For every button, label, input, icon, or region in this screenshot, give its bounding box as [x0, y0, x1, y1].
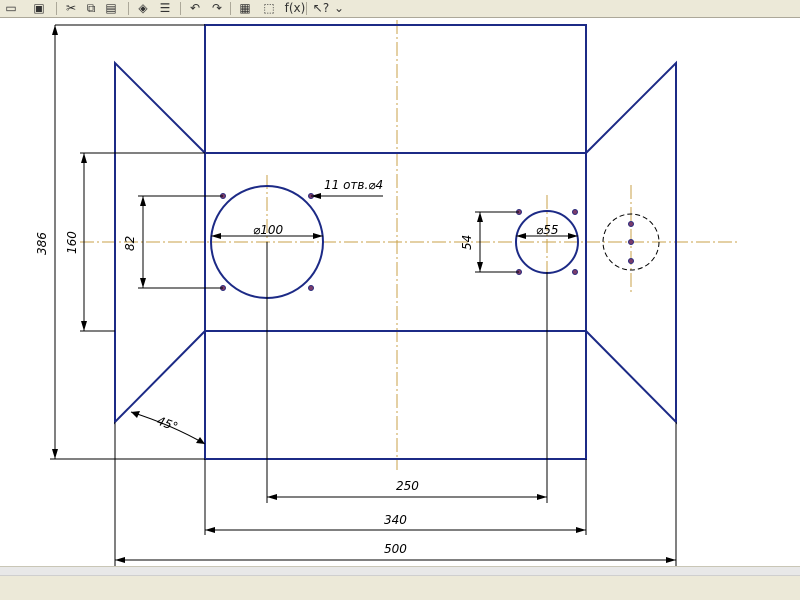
- dimension-arrows: [52, 25, 676, 563]
- dim-circle-large: ⌀100: [253, 223, 283, 237]
- tree-icon[interactable]: ▦: [236, 0, 254, 16]
- dim-width-middle: 340: [384, 513, 407, 527]
- dim-center-distance: 250: [396, 479, 419, 493]
- hole-marker: [628, 239, 634, 245]
- copy-icon[interactable]: ⧉: [82, 0, 100, 16]
- redo-icon[interactable]: ↷: [208, 0, 226, 16]
- centerlines: [80, 20, 740, 470]
- drawing-svg[interactable]: 386 160 82 54 ⌀100 ⌀55 11 отв.⌀4 45° 250…: [0, 18, 800, 566]
- dimension-lines: [50, 24, 677, 566]
- dim-angle: 45°: [155, 414, 180, 434]
- properties-icon[interactable]: ☰: [156, 0, 174, 16]
- open-folder-icon[interactable]: ▭: [2, 0, 20, 16]
- hole-marker: [308, 285, 314, 291]
- save-icon[interactable]: ▣: [30, 0, 48, 16]
- dim-height-total: 386: [35, 232, 49, 255]
- drawing-canvas[interactable]: 386 160 82 54 ⌀100 ⌀55 11 отв.⌀4 45° 250…: [0, 18, 800, 566]
- horizontal-scrollbar[interactable]: [0, 567, 800, 576]
- bottom-flap: [204, 330, 587, 460]
- libraries-icon[interactable]: ⬚: [260, 0, 278, 16]
- toolbar-separator: [180, 2, 181, 15]
- dim-hole-spacing-left: 82: [123, 236, 137, 251]
- toolbar-separator: [128, 2, 129, 15]
- toolbar-separator: [306, 2, 307, 15]
- format-brush-icon[interactable]: ◈: [134, 0, 152, 16]
- cut-icon[interactable]: ✂: [62, 0, 80, 16]
- hole-marker: [572, 269, 578, 275]
- hole-marker: [628, 221, 634, 227]
- function-label[interactable]: f(x): [284, 0, 306, 16]
- dim-holes-note: 11 отв.⌀4: [324, 178, 383, 192]
- toolbar-separator: [56, 2, 57, 15]
- toolbar-separator: [230, 2, 231, 15]
- status-bar: [0, 566, 800, 600]
- undo-icon[interactable]: ↶: [186, 0, 204, 16]
- dim-height-middle: 160: [65, 231, 79, 254]
- top-flap: [204, 24, 587, 154]
- toolbar-overflow-icon[interactable]: ⌄: [334, 0, 344, 16]
- dim-width-total: 500: [384, 542, 407, 556]
- paste-icon[interactable]: ▤: [102, 0, 120, 16]
- hole-marker: [572, 209, 578, 215]
- hole-marker: [628, 258, 634, 264]
- toolbar: ▭ ▣ ✂ ⧉ ▤ ◈ ☰ ↶ ↷ ▦ ⬚ f(x) ↖? ⌄: [0, 0, 800, 18]
- help-pointer-icon[interactable]: ↖?: [310, 0, 332, 16]
- dim-circle-small: ⌀55: [536, 223, 559, 237]
- dim-hole-spacing-right: 54: [460, 235, 474, 250]
